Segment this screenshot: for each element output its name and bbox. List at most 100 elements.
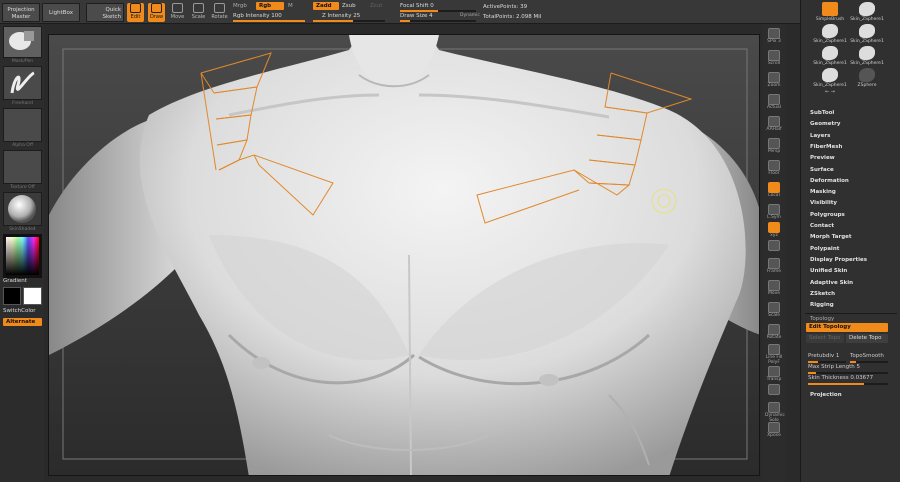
dynamic-button[interactable]: Dynamic (460, 13, 480, 18)
brush-thumb[interactable]: SimpleBrush (810, 2, 850, 24)
z-intensity-track[interactable] (313, 20, 385, 22)
max-strip-length-track[interactable] (808, 372, 888, 374)
brush-thumb[interactable]: Skin_ZSphere1 (810, 24, 850, 46)
menu-unified-skin[interactable]: Unified Skin (810, 268, 847, 274)
brush-thumb-label: ZSphere (857, 83, 877, 88)
max-strip-length-label: Max Strip Length (808, 364, 855, 370)
menu-fibermesh[interactable]: FiberMesh (810, 144, 842, 150)
lsym-button[interactable]: L.Sym (765, 204, 783, 222)
menu-projection[interactable]: Projection (810, 392, 842, 398)
topo-smooth-track[interactable] (850, 361, 888, 363)
alternate-button[interactable]: Alternate (3, 318, 42, 326)
rot-a-button[interactable] (765, 240, 783, 258)
rgb-intensity-slider[interactable]: Rgb Intensity 100 (233, 13, 282, 19)
aahalf-button[interactable]: AAHalf (765, 116, 783, 134)
switch-color-button[interactable]: SwitchColor (3, 308, 36, 314)
delete-topo-button[interactable]: Delete Topo (846, 334, 888, 343)
secondary-color-swatch[interactable] (23, 287, 42, 305)
focal-shift-slider[interactable]: Focal Shift 0 (400, 3, 434, 9)
menu-deformation[interactable]: Deformation (810, 178, 849, 184)
focal-shift-track[interactable] (400, 10, 476, 12)
local-button[interactable]: Local (765, 182, 783, 200)
alpha-thumbnail[interactable] (3, 108, 42, 142)
brush-thumb[interactable]: ZSphere (847, 68, 887, 90)
color-gradient-field[interactable] (6, 237, 39, 275)
menu-geometry[interactable]: Geometry (810, 121, 840, 127)
mrgb-button[interactable]: Mrgb (233, 3, 247, 9)
color-picker[interactable] (3, 234, 42, 278)
brush-thumb[interactable]: Skin_ZSphere1 (847, 2, 887, 24)
skin-thickness-track[interactable] (808, 383, 888, 385)
main-color-swatch[interactable] (3, 287, 21, 305)
polyf-button[interactable]: Line Fill PolyF (765, 344, 783, 365)
stroke-thumbnail[interactable] (3, 66, 42, 100)
rgb-button[interactable]: Rgb (256, 2, 284, 10)
actual-button[interactable]: Actual (765, 94, 783, 112)
menu-contact[interactable]: Contact (810, 223, 834, 229)
edit-topology-button[interactable]: Edit Topology (806, 323, 888, 332)
texture-thumbnail[interactable] (3, 150, 42, 184)
brush-nav-arrows[interactable]: ← → (810, 89, 850, 95)
solo-button[interactable]: Dynamic Solo (765, 402, 785, 423)
brush-thumb[interactable]: Skin_ZSphere1 (810, 68, 850, 90)
ghost-button[interactable] (765, 384, 783, 402)
max-strip-length-slider[interactable]: Max Strip Length 5 (808, 364, 860, 370)
menu-layers[interactable]: Layers (810, 133, 830, 139)
frame-button[interactable]: Frame (765, 258, 783, 276)
topo-smooth-slider[interactable]: TopoSmooth (850, 353, 884, 359)
draw-size-track[interactable] (400, 20, 476, 22)
material-thumbnail[interactable] (3, 192, 42, 226)
menu-preview[interactable]: Preview (810, 155, 835, 161)
draw-button[interactable]: Draw (148, 3, 165, 22)
m-button[interactable]: M (288, 3, 293, 9)
quick-sketch-button[interactable]: Quick Sketch (86, 3, 124, 22)
active-points-label: ActivePoints: (483, 4, 519, 10)
menu-morph-target[interactable]: Morph Target (810, 234, 852, 240)
floor-button[interactable]: Floor (765, 160, 783, 178)
menu-surface[interactable]: Surface (810, 167, 834, 173)
menu-visibility[interactable]: Visibility (810, 200, 837, 206)
skin-thickness-slider[interactable]: Skin Thickness 0.03677 (808, 375, 873, 381)
menu-adaptive-skin[interactable]: Adaptive Skin (810, 280, 853, 286)
select-topo-button[interactable]: Select Topo (806, 334, 844, 343)
lightbox-button[interactable]: LightBox (42, 3, 80, 22)
rgb-intensity-track[interactable] (233, 20, 305, 22)
rotate-button[interactable]: Rotate (765, 324, 783, 342)
zsub-button[interactable]: Zsub (342, 3, 356, 9)
draw-size-slider[interactable]: Draw Size 4 (400, 13, 433, 19)
pretubdiv-track[interactable] (808, 361, 846, 363)
scale-button[interactable]: Scale (765, 302, 783, 320)
zadd-button[interactable]: Zadd (313, 2, 339, 10)
move-label: Move (767, 291, 781, 296)
zcut-button[interactable]: Zcut (370, 3, 382, 9)
brush-thumb[interactable]: Skin_ZSphere1 (810, 46, 850, 68)
zoom-button[interactable]: Zoom (765, 72, 783, 90)
move-button[interactable]: Move (169, 3, 186, 22)
gradient-toggle[interactable]: Gradient (3, 278, 27, 284)
menu-zsketch[interactable]: ZSketch (810, 291, 835, 297)
move-button[interactable]: Move (765, 280, 783, 298)
brush-thumb[interactable]: Skin_ZSphere1 (847, 24, 887, 46)
projection-master-button[interactable]: Projection Master (2, 3, 40, 22)
menu-polypaint[interactable]: Polypaint (810, 246, 839, 252)
edit-button[interactable]: Edit (127, 3, 144, 22)
brush-thumbnail[interactable] (3, 26, 42, 58)
scroll-button[interactable]: Scroll (765, 50, 783, 68)
menu-masking[interactable]: Masking (810, 189, 836, 195)
menu-polygroups[interactable]: Polygroups (810, 212, 845, 218)
xyz-button[interactable]: xyz (765, 222, 783, 240)
brush-thumb[interactable]: Skin_ZSphere1 (847, 46, 887, 68)
menu-display-properties[interactable]: Display Properties (810, 257, 867, 263)
persp-button[interactable]: Persp (765, 138, 783, 156)
topology-header[interactable]: Topology (810, 316, 834, 322)
xpose-button[interactable]: Xpose (765, 422, 783, 440)
menu-rigging[interactable]: Rigging (810, 302, 834, 308)
spix-button[interactable]: SPix 3 (765, 28, 783, 46)
rotate-button[interactable]: Rotate (211, 3, 228, 22)
scale-button[interactable]: Scale (190, 3, 207, 22)
transp-button[interactable]: Transp (765, 366, 783, 384)
menu-subtool[interactable]: SubTool (810, 110, 834, 116)
viewport-canvas[interactable] (48, 34, 760, 476)
pretubdiv-slider[interactable]: Pretubdiv 1 (808, 353, 839, 359)
z-intensity-slider[interactable]: Z Intensity 25 (322, 13, 360, 19)
